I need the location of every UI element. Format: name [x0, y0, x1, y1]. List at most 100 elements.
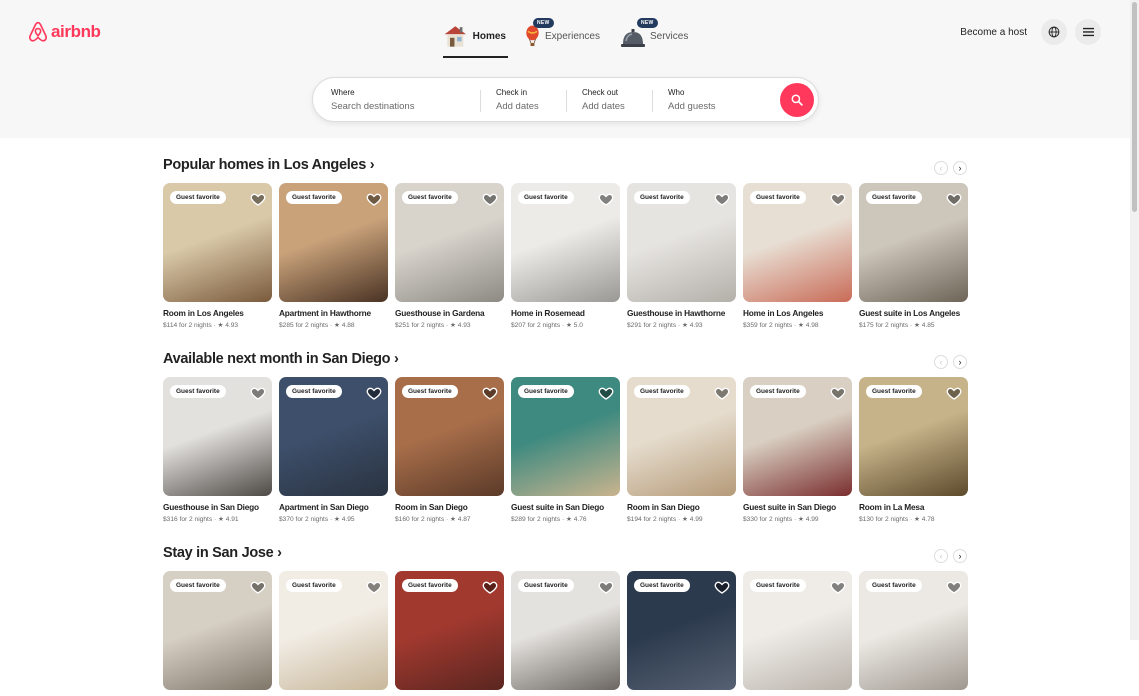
listing-photo[interactable]: Guest favorite — [163, 183, 272, 302]
listing-card[interactable]: Guest favorite Home in Los Angeles $359 fo… — [743, 183, 852, 329]
listing-title: Apartment in Hawthorne — [279, 308, 371, 318]
listing-card[interactable]: Guest favorite Guesthouse in San Diego $31… — [163, 377, 272, 523]
listing-photo[interactable]: Guest favorite — [395, 183, 504, 302]
heart-icon[interactable] — [598, 579, 614, 595]
listing-photo[interactable]: Guest favorite — [859, 183, 968, 302]
listing-photo[interactable]: Guest favorite — [743, 571, 852, 690]
listing-photo[interactable]: Guest favorite — [511, 183, 620, 302]
where-input[interactable]: Search destinations — [331, 101, 414, 112]
heart-icon[interactable] — [714, 579, 730, 595]
tab-experiences[interactable]: NEW Experiences — [522, 14, 602, 58]
heart-icon[interactable] — [482, 579, 498, 595]
listing-photo[interactable]: Guest favorite — [395, 571, 504, 690]
listing-card[interactable]: Guest favorite Home in Rosemead $207 for 2… — [511, 183, 620, 329]
listing-photo[interactable]: Guest favorite — [163, 571, 272, 690]
listing-photo[interactable]: Guest favorite — [627, 183, 736, 302]
listing-card[interactable]: Guest favorite Guesthouse in Hawthorne $29… — [627, 183, 736, 329]
listing-card[interactable]: Guest favorite — [511, 571, 620, 696]
section-title[interactable]: Popular homes in Los Angeles › — [163, 157, 375, 173]
listing-photo[interactable]: Guest favorite — [627, 571, 736, 690]
become-host-link[interactable]: Become a host — [960, 27, 1027, 38]
listing-photo[interactable]: Guest favorite — [279, 377, 388, 496]
tab-homes[interactable]: Homes — [440, 14, 508, 58]
listing-photo[interactable]: Guest favorite — [163, 377, 272, 496]
listing-card[interactable]: Guest favorite Room in San Diego $194 for … — [627, 377, 736, 523]
heart-icon[interactable] — [598, 385, 614, 401]
search-button[interactable] — [780, 83, 814, 117]
listing-title: Guest suite in San Diego — [743, 502, 836, 512]
heart-icon[interactable] — [946, 385, 962, 401]
listing-card[interactable]: Guest favorite Guest suite in San Diego $2… — [511, 377, 620, 523]
heart-icon[interactable] — [830, 579, 846, 595]
heart-icon[interactable] — [830, 191, 846, 207]
listing-card[interactable]: Guest favorite Apartment in San Diego $370… — [279, 377, 388, 523]
checkout-label: Check out — [582, 88, 619, 97]
listing-card[interactable]: Guest favorite Room in La Mesa $130 for 2 … — [859, 377, 968, 523]
listing-card[interactable]: Guest favorite Guest suite in San Diego $3… — [743, 377, 852, 523]
listing-photo[interactable]: Guest favorite — [279, 183, 388, 302]
carousel-controls: ‹ › — [934, 161, 967, 175]
section-title[interactable]: Stay in San Jose › — [163, 545, 282, 561]
listing-card[interactable]: Guest favorite — [743, 571, 852, 696]
listing-card[interactable]: Guest favorite Apartment in Hawthorne $285… — [279, 183, 388, 329]
heart-icon[interactable] — [482, 191, 498, 207]
scrollbar-thumb[interactable] — [1132, 2, 1137, 212]
who-field[interactable]: Who Add guests — [668, 88, 716, 112]
checkin-field[interactable]: Check in Add dates — [496, 88, 539, 112]
globe-icon — [1048, 26, 1060, 38]
heart-icon[interactable] — [250, 579, 266, 595]
listing-photo[interactable]: Guest favorite — [279, 571, 388, 690]
airbnb-logo[interactable]: airbnb — [28, 21, 101, 43]
divider — [652, 90, 653, 112]
tab-services[interactable]: NEW Services — [618, 14, 698, 58]
listing-photo[interactable]: Guest favorite — [627, 377, 736, 496]
heart-icon[interactable] — [250, 385, 266, 401]
next-arrow[interactable]: › — [953, 355, 967, 369]
heart-icon[interactable] — [946, 579, 962, 595]
listing-photo[interactable]: Guest favorite — [859, 377, 968, 496]
guest-favorite-badge: Guest favorite — [402, 579, 458, 592]
listing-photo[interactable]: Guest favorite — [859, 571, 968, 690]
heart-icon[interactable] — [598, 191, 614, 207]
where-field[interactable]: Where Search destinations — [331, 88, 414, 112]
main-menu-button[interactable] — [1075, 19, 1101, 45]
page-scrollbar[interactable] — [1130, 0, 1139, 640]
heart-icon[interactable] — [946, 191, 962, 207]
section-title[interactable]: Available next month in San Diego › — [163, 351, 399, 367]
heart-icon[interactable] — [366, 385, 382, 401]
listing-photo[interactable]: Guest favorite — [395, 377, 504, 496]
listing-card[interactable]: Guest favorite — [163, 571, 272, 696]
listing-card[interactable]: Guest favorite Room in San Diego $160 for … — [395, 377, 504, 523]
heart-icon[interactable] — [482, 385, 498, 401]
heart-icon[interactable] — [714, 191, 730, 207]
listing-price-rating: $194 for 2 nights · ★ 4.99 — [627, 516, 703, 523]
guest-favorite-badge: Guest favorite — [402, 385, 458, 398]
heart-icon[interactable] — [250, 191, 266, 207]
checkout-field[interactable]: Check out Add dates — [582, 88, 625, 112]
heart-icon[interactable] — [366, 191, 382, 207]
guest-favorite-badge: Guest favorite — [402, 191, 458, 204]
heart-icon[interactable] — [714, 385, 730, 401]
listing-card[interactable]: Guest favorite — [395, 571, 504, 696]
listing-card[interactable]: Guest favorite Guest suite in Los Angeles… — [859, 183, 968, 329]
listing-photo[interactable]: Guest favorite — [743, 377, 852, 496]
listing-card[interactable]: Guest favorite Room in Los Angeles $114 fo… — [163, 183, 272, 329]
language-button[interactable] — [1041, 19, 1067, 45]
listing-photo[interactable]: Guest favorite — [511, 377, 620, 496]
listing-photo[interactable]: Guest favorite — [743, 183, 852, 302]
listing-carousel: Guest favorite Guesthouse in San Diego $31… — [163, 377, 968, 523]
heart-icon[interactable] — [830, 385, 846, 401]
user-nav: Become a host — [960, 19, 1101, 45]
next-arrow[interactable]: › — [953, 549, 967, 563]
where-label: Where — [331, 88, 355, 97]
listing-card[interactable]: Guest favorite Guesthouse in Gardena $251 … — [395, 183, 504, 329]
listing-photo[interactable]: Guest favorite — [511, 571, 620, 690]
listing-card[interactable]: Guest favorite — [627, 571, 736, 696]
prev-arrow[interactable]: ‹ — [934, 355, 948, 369]
prev-arrow[interactable]: ‹ — [934, 549, 948, 563]
heart-icon[interactable] — [366, 579, 382, 595]
next-arrow[interactable]: › — [953, 161, 967, 175]
prev-arrow[interactable]: ‹ — [934, 161, 948, 175]
listing-card[interactable]: Guest favorite — [859, 571, 968, 696]
listing-card[interactable]: Guest favorite — [279, 571, 388, 696]
